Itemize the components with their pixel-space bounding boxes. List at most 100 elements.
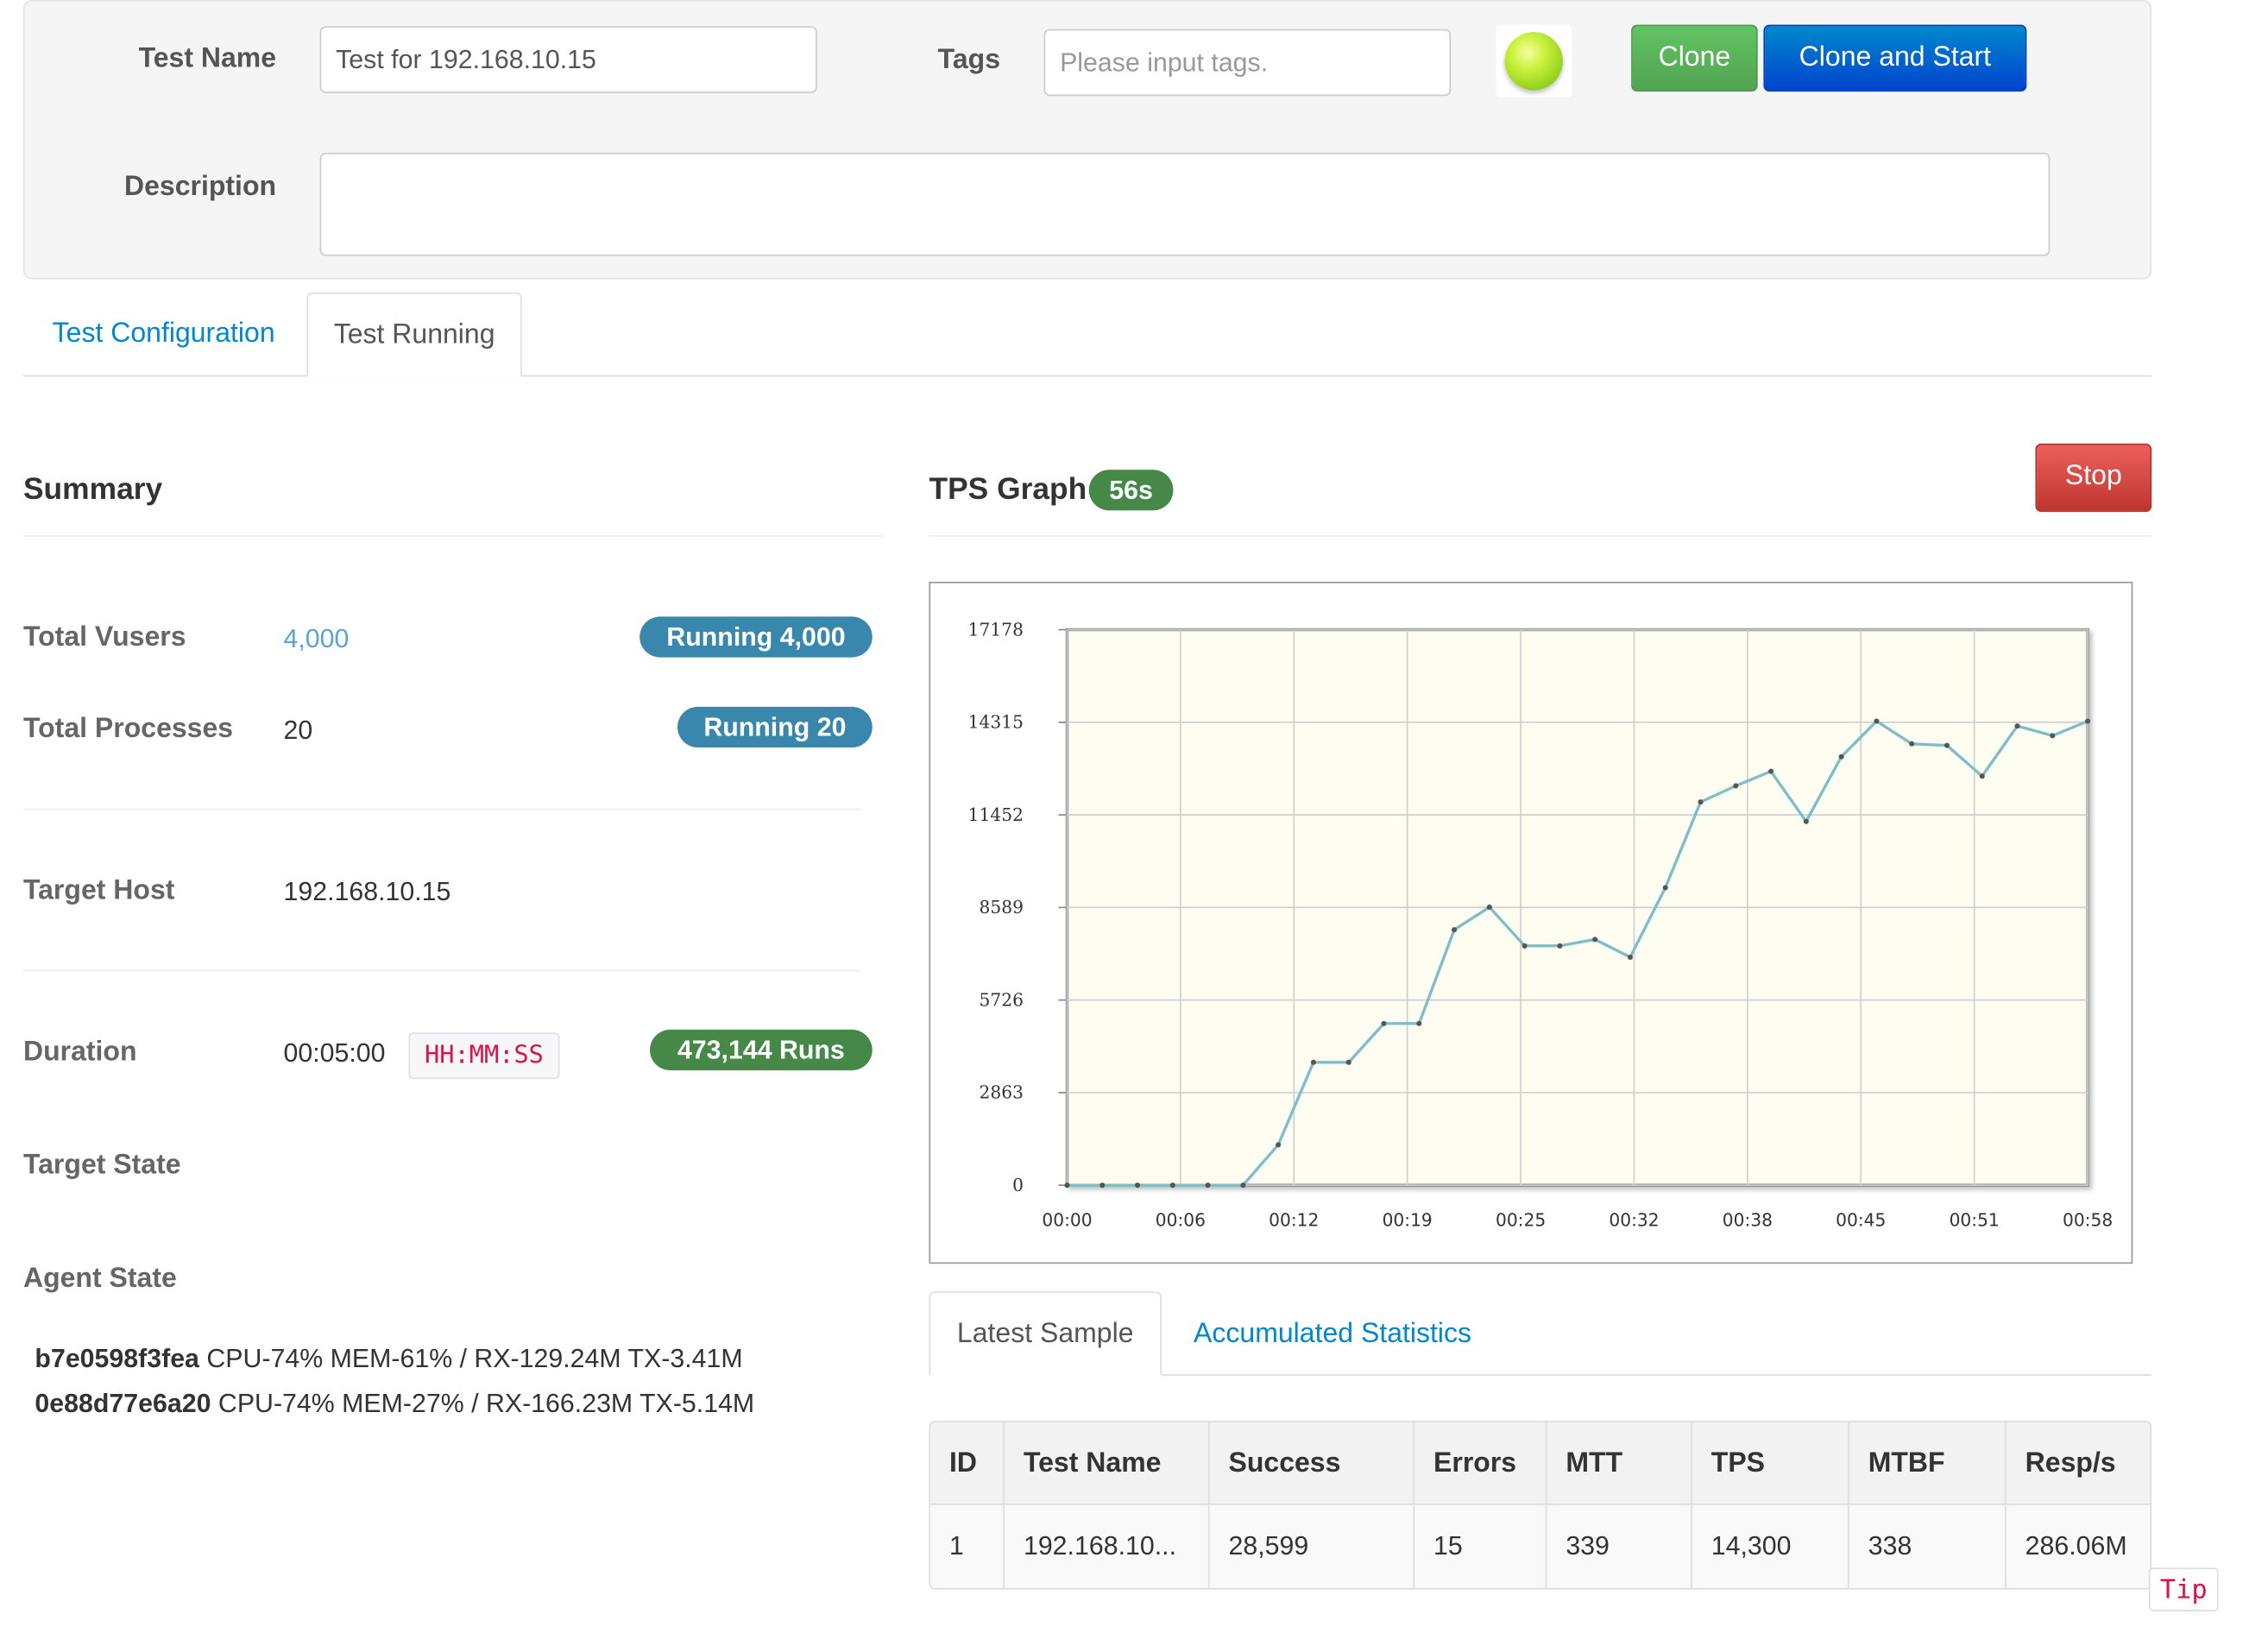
- data-point: [1135, 1182, 1141, 1189]
- summary-title: Summary: [22, 472, 163, 507]
- data-point: [1803, 818, 1809, 824]
- data-point: [1240, 1182, 1246, 1189]
- x-tick-label: 00:19: [1383, 1209, 1433, 1230]
- agent-stats: CPU-74% MEM-27% / RX-166.23M TX-5.14M: [217, 1389, 755, 1418]
- description-label: Description: [123, 171, 277, 203]
- x-tick-label: 00:06: [1156, 1209, 1206, 1230]
- tab-test-configuration[interactable]: Test Configuration: [53, 318, 275, 350]
- clone-button[interactable]: Clone: [1631, 24, 1758, 92]
- column-header-test-name: Test Name: [1003, 1422, 1208, 1505]
- stats-tabs-divider: [1161, 1374, 2152, 1376]
- y-tick-label: 0: [1012, 1175, 1024, 1195]
- data-point: [1909, 741, 1915, 747]
- agent-row: b7e0598f3fea CPU-74% MEM-61% / RX-129.24…: [35, 1344, 742, 1374]
- x-tick-label: 00:00: [1042, 1209, 1092, 1230]
- x-tick-label: 00:51: [1950, 1209, 2000, 1230]
- y-tick-label: 14315: [968, 712, 1024, 733]
- data-point: [1627, 955, 1633, 961]
- duration-label: Duration: [22, 1037, 137, 1068]
- table-header-row: ID Test Name Success Errors MTT TPS MTBF…: [930, 1422, 2151, 1505]
- x-tick-label: 00:32: [1609, 1209, 1659, 1230]
- x-tick-label: 00:38: [1723, 1209, 1773, 1230]
- y-tick-label: 2863: [980, 1082, 1024, 1103]
- cell-id: 1: [949, 1531, 964, 1561]
- y-tick-label: 17178: [968, 619, 1024, 640]
- tab-accumulated-statistics[interactable]: Accumulated Statistics: [1194, 1319, 1471, 1351]
- x-tick-label: 00:12: [1269, 1209, 1319, 1230]
- duration-format-code: HH:MM:SS: [408, 1032, 560, 1080]
- column-header-success: Success: [1207, 1422, 1414, 1505]
- data-point: [1662, 885, 1668, 891]
- graph-divider: [929, 535, 2152, 537]
- total-vusers-label: Total Vusers: [22, 622, 186, 653]
- data-point: [1345, 1059, 1351, 1065]
- column-header-mtbf: MTBF: [1848, 1422, 2005, 1505]
- data-point: [1733, 783, 1739, 789]
- column-header-resp-per-sec: Resp/s: [2005, 1422, 2150, 1505]
- agent-id: 0e88d77e6a20: [35, 1389, 211, 1418]
- target-host-value: 192.168.10.15: [283, 876, 451, 906]
- data-point: [1768, 768, 1774, 774]
- tps-graph-container: 0 2863 5726 8589 11452 14315 17178 00:00 00:06 00…: [929, 581, 2133, 1264]
- elapsed-time-badge: 56s: [1088, 470, 1174, 511]
- data-point: [1944, 742, 1950, 748]
- agent-stats: CPU-74% MEM-61% / RX-129.24M TX-3.41M: [206, 1343, 743, 1373]
- tab-test-running[interactable]: Test Running: [306, 292, 522, 377]
- summary-divider: [22, 535, 885, 537]
- cell-tps: 14,300: [1691, 1504, 1848, 1588]
- stop-button[interactable]: Stop: [2035, 443, 2152, 513]
- clone-and-start-button[interactable]: Clone and Start: [1763, 24, 2027, 92]
- cell-mtbf: 338: [1848, 1504, 2005, 1588]
- agent-state-label: Agent State: [22, 1264, 177, 1295]
- data-point: [1521, 943, 1528, 949]
- data-point: [1099, 1182, 1106, 1189]
- test-name-input[interactable]: Test for 192.168.10.15: [319, 26, 817, 93]
- data-point: [2050, 733, 2056, 739]
- data-point: [1310, 1059, 1316, 1065]
- data-point: [1064, 1182, 1070, 1189]
- y-tick-label: 11452: [968, 804, 1024, 825]
- column-header-mtt: MTT: [1545, 1422, 1691, 1505]
- data-point: [1838, 753, 1844, 760]
- green-ball-icon: [1504, 32, 1563, 91]
- data-point: [1592, 936, 1598, 943]
- summary-separator-2: [22, 969, 861, 972]
- test-name-label: Test Name: [138, 43, 277, 74]
- agent-row: 0e88d77e6a20 CPU-74% MEM-27% / RX-166.23…: [35, 1389, 754, 1419]
- total-vusers-value[interactable]: 4,000: [283, 624, 349, 654]
- x-tick-label: 00:45: [1836, 1209, 1886, 1230]
- x-tick-label: 00:58: [2063, 1209, 2113, 1230]
- total-processes-label: Total Processes: [22, 714, 234, 745]
- target-host-label: Target Host: [22, 875, 175, 906]
- runs-badge: 473,144 Runs: [650, 1029, 873, 1071]
- table-row: 1 192.168.10... 28,599 15 339 14,300 338…: [930, 1504, 2151, 1588]
- tps-line-chart: 0 2863 5726 8589 11452 14315 17178 00:00 00:06 00…: [968, 619, 2114, 1230]
- data-point: [2085, 718, 2091, 724]
- data-point: [1169, 1182, 1175, 1189]
- data-point: [1874, 718, 1880, 724]
- cell-resp-per-sec: 286.06M: [2005, 1504, 2150, 1588]
- tab-latest-sample[interactable]: Latest Sample: [929, 1291, 1162, 1376]
- tags-input[interactable]: Please input tags.: [1043, 28, 1452, 97]
- data-point: [1381, 1020, 1387, 1026]
- running-vusers-badge: Running 4,000: [639, 616, 873, 658]
- data-point: [2014, 723, 2020, 729]
- y-tick-label: 5726: [980, 989, 1024, 1010]
- cell-mtt: 339: [1545, 1504, 1691, 1588]
- target-state-label: Target State: [22, 1150, 181, 1182]
- data-point: [1205, 1182, 1211, 1189]
- total-processes-value: 20: [283, 715, 313, 745]
- agent-id: b7e0598f3fea: [35, 1343, 199, 1373]
- column-header-id: ID: [949, 1448, 978, 1479]
- data-point: [1557, 943, 1563, 949]
- tip-label[interactable]: Tip: [2148, 1567, 2219, 1611]
- tps-graph-title: TPS Graph: [929, 472, 1087, 507]
- cell-errors: 15: [1413, 1504, 1545, 1588]
- running-processes-badge: Running 20: [677, 706, 873, 748]
- column-header-errors: Errors: [1413, 1422, 1545, 1505]
- data-point: [1979, 773, 1985, 779]
- column-header-tps: TPS: [1691, 1422, 1848, 1505]
- cell-success: 28,599: [1207, 1504, 1414, 1588]
- description-textarea[interactable]: [319, 152, 2051, 256]
- duration-value: 00:05:00: [283, 1038, 386, 1068]
